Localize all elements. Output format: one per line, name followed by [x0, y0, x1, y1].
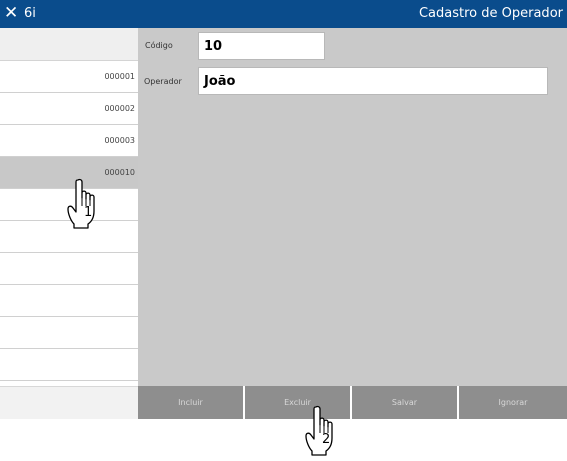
window-title: Cadastro de Operador [418, 6, 563, 21]
title-bar: ✕ 6i Cadastro de Operador [0, 0, 567, 28]
step-number-2: 2 [322, 432, 331, 447]
list-item[interactable] [0, 317, 138, 349]
form-panel: Código 10 Operador João [138, 28, 567, 386]
list-item[interactable]: 000001 [0, 61, 138, 93]
codigo-label: Código [145, 41, 173, 50]
list-item[interactable]: 000002 [0, 93, 138, 125]
hand-pointer-icon: 2 [304, 405, 344, 456]
hand-pointer-icon: 1 [66, 178, 106, 229]
app-name: 6i [24, 6, 36, 21]
salvar-button[interactable]: Salvar [352, 386, 457, 419]
list-header [0, 28, 138, 61]
step-number-1: 1 [84, 205, 93, 220]
button-bar: Incluir Excluir Salvar Ignorar [138, 386, 567, 419]
close-icon[interactable]: ✕ [4, 3, 18, 23]
operador-label: Operador [144, 77, 182, 86]
codigo-field[interactable]: 10 [198, 32, 325, 60]
list-item[interactable] [0, 253, 138, 285]
list-footer [0, 386, 138, 419]
ignorar-button[interactable]: Ignorar [459, 386, 567, 419]
list-item[interactable] [0, 285, 138, 317]
operador-field[interactable]: João [198, 67, 548, 95]
list-item[interactable] [0, 349, 138, 381]
incluir-button[interactable]: Incluir [138, 386, 243, 419]
list-item[interactable]: 000003 [0, 125, 138, 157]
